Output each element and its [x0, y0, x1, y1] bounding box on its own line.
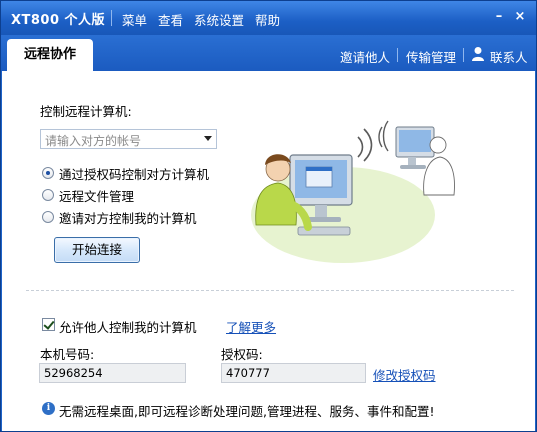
allow-control-checkbox[interactable]: [42, 318, 55, 331]
chevron-down-icon[interactable]: [204, 136, 212, 141]
toplink-separator: [397, 48, 398, 62]
contacts-icon: [471, 46, 485, 62]
account-placeholder: 请输入对方的帐号: [45, 134, 142, 148]
change-auth-code-link[interactable]: 修改授权码: [373, 365, 436, 384]
app-title: XT800 个人版: [11, 13, 106, 28]
section-divider: [26, 290, 514, 291]
option-auth-code-control-label[interactable]: 通过授权码控制对方计算机: [59, 164, 209, 183]
account-combobox[interactable]: 请输入对方的帐号: [40, 129, 217, 149]
close-button[interactable]: ×: [512, 9, 528, 25]
radio-invite-control-me[interactable]: [42, 211, 54, 223]
remote-control-illustration: [248, 115, 458, 265]
info-icon: i: [42, 402, 55, 415]
invite-others-link[interactable]: 邀请他人: [340, 47, 390, 66]
control-remote-heading: 控制远程计算机:: [40, 104, 132, 119]
menu-help[interactable]: 帮助: [255, 10, 280, 29]
contacts-link[interactable]: 联系人: [490, 47, 528, 66]
machine-number-label: 本机号码:: [40, 347, 95, 362]
radio-remote-file-management[interactable]: [42, 189, 54, 201]
tab-remote-collaboration[interactable]: 远程协作: [7, 39, 93, 71]
option-invite-control-me-label[interactable]: 邀请对方控制我的计算机: [59, 208, 197, 227]
menu-main[interactable]: 菜单: [122, 10, 147, 29]
option-remote-file-management-label[interactable]: 远程文件管理: [59, 186, 134, 205]
start-connect-button[interactable]: 开始连接: [54, 237, 140, 263]
toplink-separator: [463, 48, 464, 62]
title-separator: [111, 10, 112, 26]
minimize-button[interactable]: –: [491, 9, 507, 25]
transfer-manager-link[interactable]: 传输管理: [406, 47, 456, 66]
learn-more-link[interactable]: 了解更多: [226, 317, 276, 336]
machine-number-field[interactable]: 52968254: [39, 363, 186, 383]
auth-code-label: 授权码:: [221, 347, 263, 362]
main-panel: 控制远程计算机: 请输入对方的帐号 通过授权码控制对方计算机 远程文件管理 邀请…: [2, 71, 535, 431]
footer-tip: 无需远程桌面,即可远程诊断处理问题,管理进程、服务、事件和配置!: [59, 404, 435, 419]
radio-auth-code-control[interactable]: [42, 167, 54, 179]
auth-code-field[interactable]: 470777: [221, 363, 366, 383]
app-window: XT800 个人版 菜单 查看 系统设置 帮助 – × 远程协作 邀请他人 传输…: [0, 0, 537, 432]
menu-view[interactable]: 查看: [158, 10, 183, 29]
tab-strip: 远程协作 邀请他人 传输管理 联系人: [1, 35, 536, 71]
title-bar: XT800 个人版 菜单 查看 系统设置 帮助 – ×: [1, 1, 536, 35]
allow-control-label[interactable]: 允许他人控制我的计算机: [59, 317, 197, 336]
menu-settings[interactable]: 系统设置: [194, 10, 244, 29]
